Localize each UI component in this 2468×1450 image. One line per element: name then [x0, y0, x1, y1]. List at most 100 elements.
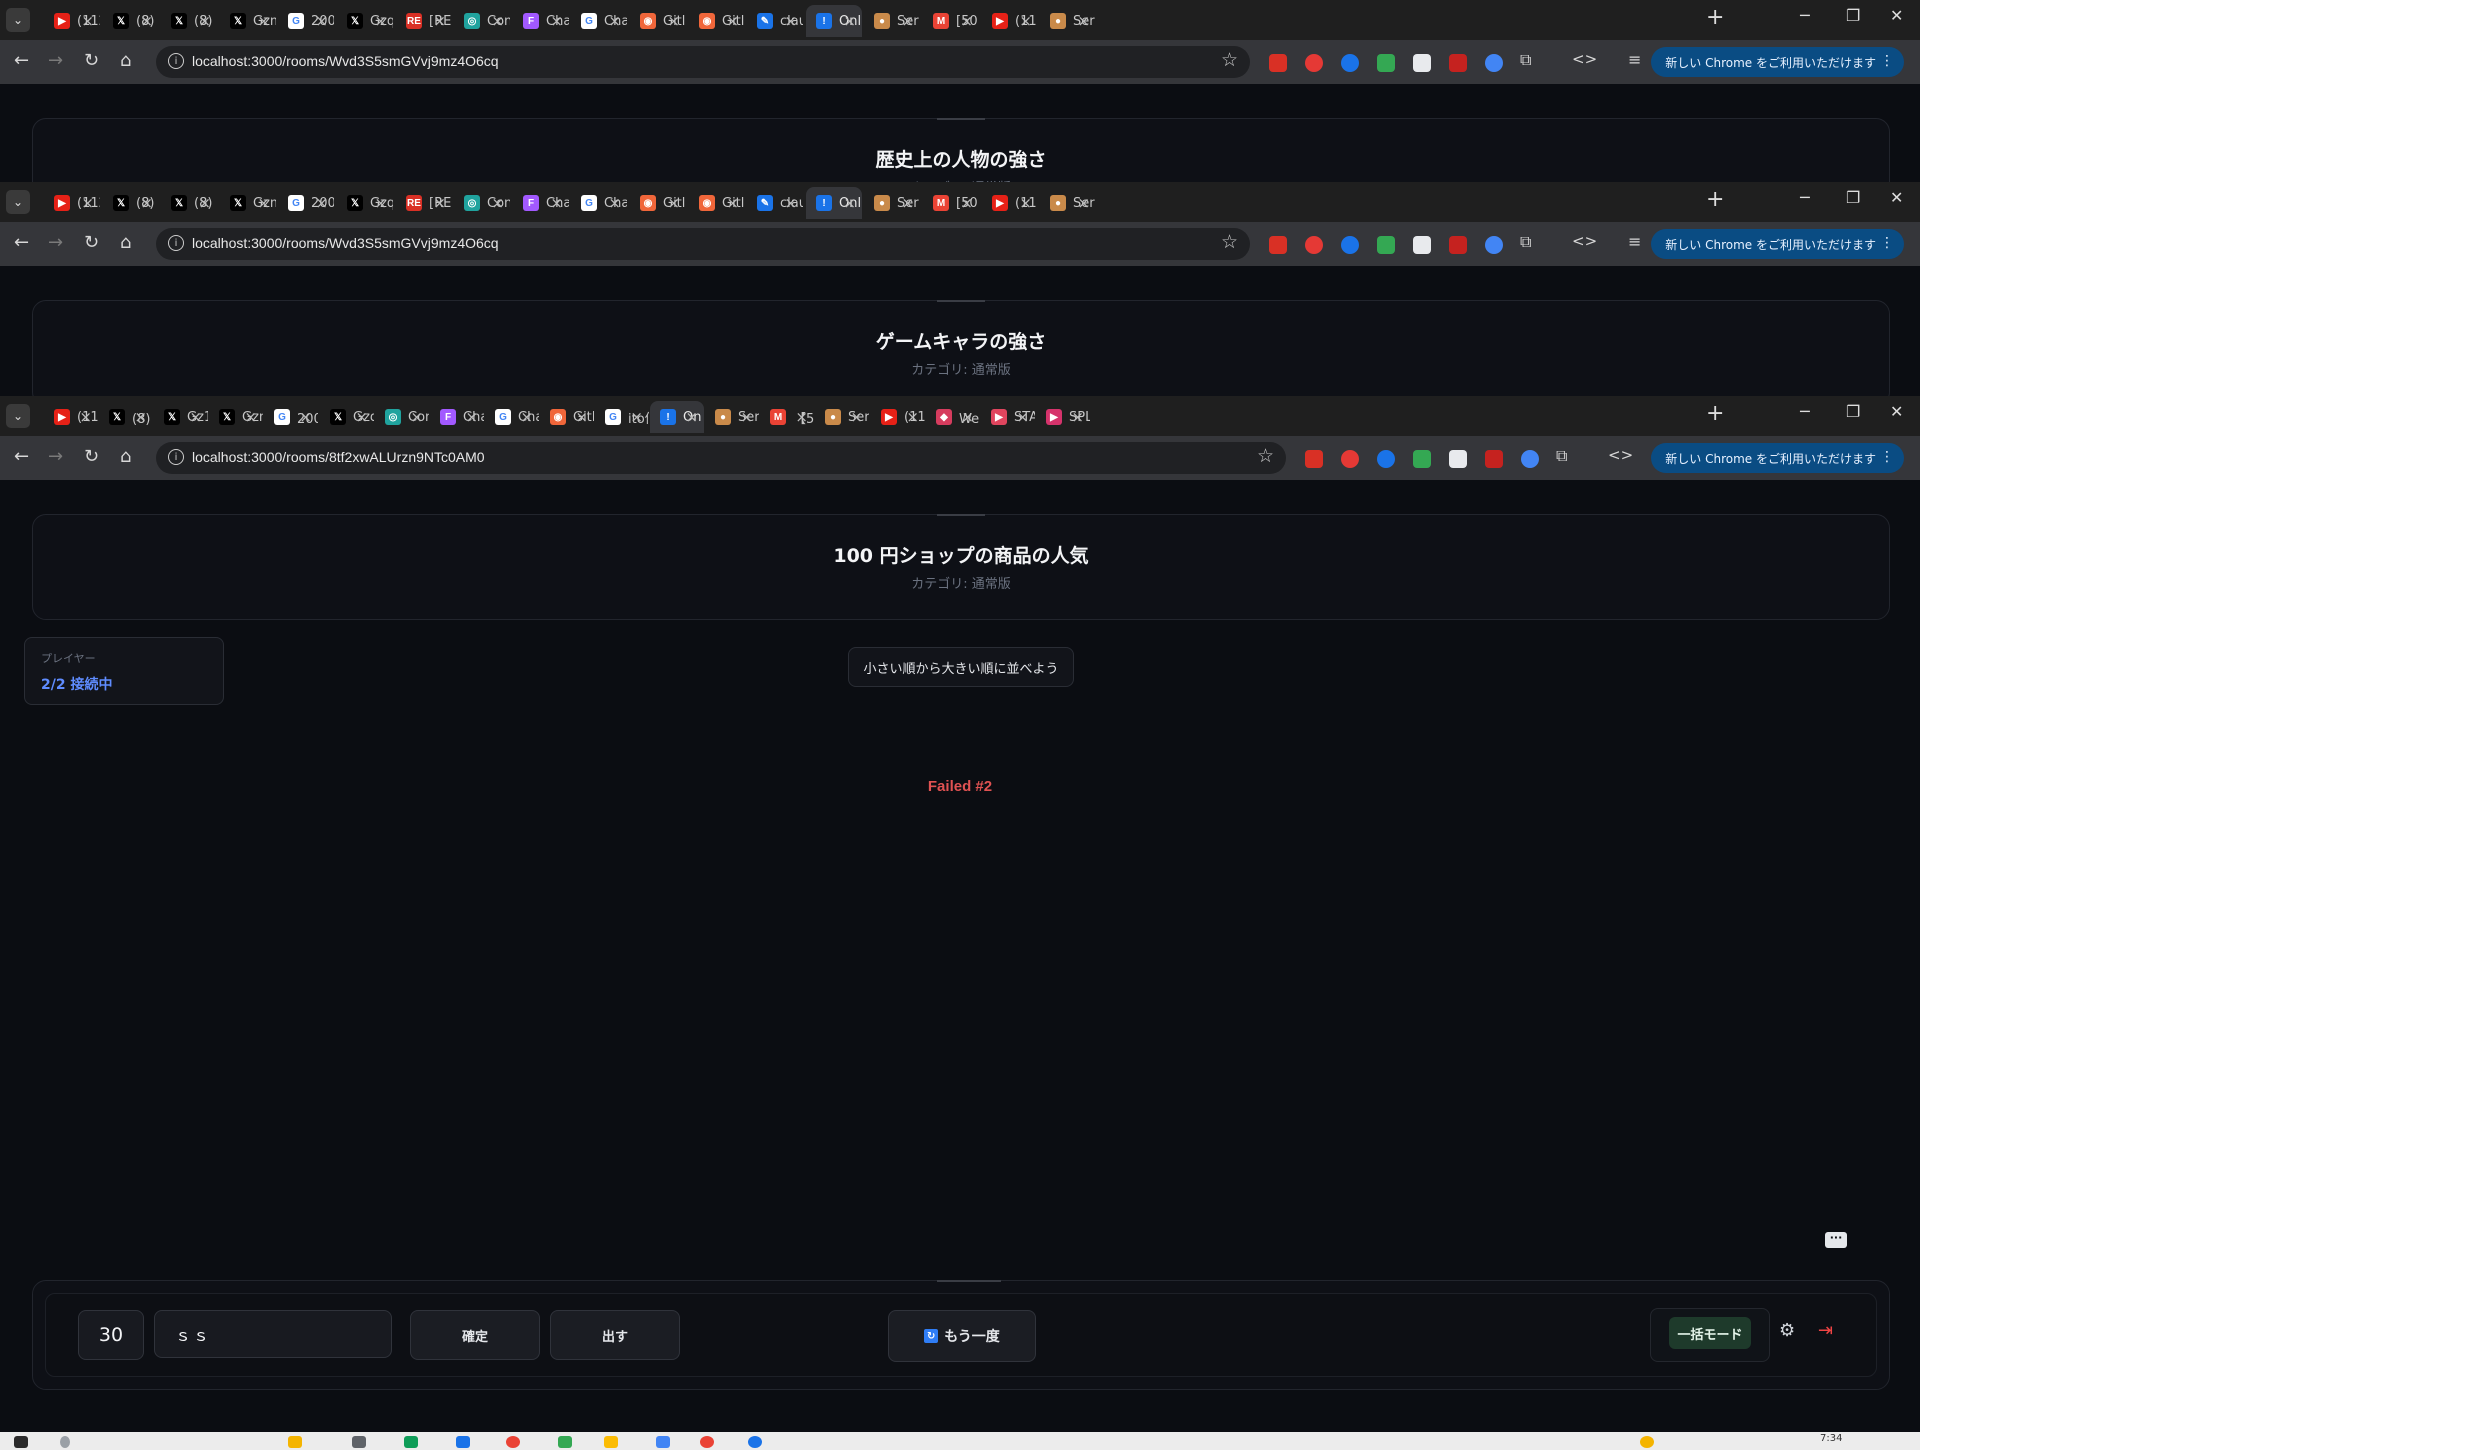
new-tab-icon[interactable]: + [1706, 401, 1724, 426]
minimize-icon[interactable]: ─ [1800, 188, 1810, 207]
browser-tab[interactable]: 𝕏Gzm× [220, 187, 276, 219]
close-tab-icon[interactable]: × [550, 194, 563, 212]
browser-tab[interactable]: ▶START× [981, 401, 1035, 433]
close-tab-icon[interactable]: × [79, 408, 92, 426]
close-tab-icon[interactable]: × [843, 12, 856, 30]
app-icon[interactable] [288, 1436, 302, 1448]
reload-icon[interactable]: ↻ [84, 232, 99, 253]
devtools-icon[interactable]: <> [1572, 50, 1597, 68]
app-icon[interactable] [558, 1436, 572, 1448]
reload-icon[interactable]: ↻ [84, 50, 99, 71]
close-tab-icon[interactable]: × [961, 408, 974, 426]
browser-tab[interactable]: ▶(114) G× [871, 401, 925, 433]
reading-list-icon[interactable]: ≡ [1628, 232, 1641, 251]
forward-icon[interactable]: → [48, 50, 63, 71]
close-tab-icon[interactable]: × [784, 194, 797, 212]
extensions-puzzle-icon[interactable]: ⧉ [1520, 232, 1531, 252]
close-tab-icon[interactable]: × [740, 408, 753, 426]
close-tab-icon[interactable]: × [667, 12, 680, 30]
play-card-button[interactable]: 出す [550, 1310, 680, 1360]
restore-icon[interactable]: ❐ [1846, 188, 1860, 207]
browser-tab[interactable]: ! Onl × [806, 5, 862, 37]
tab-search-icon[interactable]: ⌄ [6, 190, 30, 214]
browser-tab[interactable]: ! On × [650, 401, 704, 433]
more-icon[interactable]: ⋮ [1880, 235, 1894, 251]
browser-tab[interactable]: FChakra× [430, 401, 484, 433]
browser-tab[interactable]: ● Ser × [1040, 5, 1096, 37]
extension-icon[interactable] [1449, 236, 1467, 254]
browser-tab[interactable]: ◎Contrib× [375, 401, 429, 433]
extension-icon[interactable] [1377, 236, 1395, 254]
chrome-taskbar-icon[interactable] [506, 1436, 520, 1448]
close-tab-icon[interactable]: × [244, 408, 257, 426]
back-icon[interactable]: ← [14, 50, 29, 71]
browser-tab[interactable]: ◉ Gitl × [630, 5, 686, 37]
close-window-icon[interactable]: ✕ [1890, 6, 1903, 25]
close-tab-icon[interactable]: × [901, 12, 914, 30]
chrome-update-button[interactable]: 新しい Chrome をご利用いただけます ⋮ [1651, 229, 1904, 259]
leave-room-icon[interactable]: ⇥ [1818, 1320, 1833, 1341]
close-tab-icon[interactable]: × [355, 408, 368, 426]
extension-icon[interactable] [1413, 236, 1431, 254]
close-tab-icon[interactable]: × [198, 12, 211, 30]
close-tab-icon[interactable]: × [491, 12, 504, 30]
browser-tab[interactable]: M【50%C× [760, 401, 814, 433]
browser-tab[interactable]: F Cha × [513, 187, 569, 219]
close-tab-icon[interactable]: × [198, 194, 211, 212]
close-tab-icon[interactable]: × [410, 408, 423, 426]
browser-tab[interactable]: ● Ser × [1040, 187, 1096, 219]
close-tab-icon[interactable]: × [465, 408, 478, 426]
back-icon[interactable]: ← [14, 232, 29, 253]
app-icon[interactable] [748, 1436, 762, 1448]
close-tab-icon[interactable]: × [491, 194, 504, 212]
browser-tab[interactable]: ▶SPLY-D× [1036, 401, 1090, 433]
browser-tab[interactable]: RE [RE × [396, 187, 452, 219]
start-icon[interactable] [14, 1436, 28, 1448]
adblock-extension-icon[interactable] [1269, 236, 1287, 254]
browser-tab[interactable]: RE [RE × [396, 5, 452, 37]
browser-tab[interactable]: GChakra× [485, 401, 539, 433]
browser-tab[interactable]: ✎ clau × [747, 187, 803, 219]
app-icon[interactable] [700, 1436, 714, 1448]
close-tab-icon[interactable]: × [140, 194, 153, 212]
browser-tab[interactable]: 𝕏Gzqngc× [320, 401, 374, 433]
browser-tab[interactable]: ▶(112× [44, 5, 100, 37]
reading-list-icon[interactable]: ≡ [1628, 50, 1641, 69]
close-tab-icon[interactable]: × [189, 408, 202, 426]
reload-icon[interactable]: ↻ [84, 446, 99, 467]
devtools-icon[interactable]: <> [1572, 232, 1597, 250]
browser-tab[interactable]: ▶ (11 × [982, 187, 1038, 219]
browser-tab[interactable]: G 200 × [278, 187, 334, 219]
extension-icon[interactable] [1485, 450, 1503, 468]
clue-input[interactable] [154, 1310, 392, 1358]
extension-icon[interactable] [1305, 54, 1323, 72]
browser-tab[interactable]: ●Serena× [705, 401, 759, 433]
browser-tab[interactable]: M [50 × [923, 5, 979, 37]
retry-button[interactable]: ↻ もう一度 [888, 1310, 1036, 1362]
close-tab-icon[interactable]: × [960, 12, 973, 30]
browser-tab[interactable]: 𝕏(8) >× [161, 5, 217, 37]
address-bar[interactable]: i localhost:3000/rooms/Wvd3S5smGVvj9mz4O… [156, 46, 1250, 78]
close-tab-icon[interactable]: × [608, 194, 621, 212]
close-tab-icon[interactable]: × [315, 194, 328, 212]
browser-tab[interactable]: 𝕏 Gzq × [337, 187, 393, 219]
site-info-icon[interactable]: i [168, 449, 184, 465]
bookmark-star-icon[interactable]: ☆ [1221, 231, 1238, 253]
close-tab-icon[interactable]: × [81, 194, 94, 212]
devtools-icon[interactable]: <> [1608, 446, 1633, 464]
browser-tab[interactable]: ●Serena× [815, 401, 869, 433]
close-tab-icon[interactable]: × [726, 12, 739, 30]
browser-tab[interactable]: ◎ Con × [454, 5, 510, 37]
extension-icon[interactable] [1377, 450, 1395, 468]
close-tab-icon[interactable]: × [1019, 12, 1032, 30]
close-tab-icon[interactable]: × [520, 408, 533, 426]
address-bar[interactable]: i localhost:3000/rooms/8tf2xwALUrzn9NTc0… [156, 442, 1286, 474]
app-icon[interactable] [404, 1436, 418, 1448]
close-tab-icon[interactable]: × [784, 12, 797, 30]
extension-icon[interactable] [1341, 450, 1359, 468]
browser-tab[interactable]: G Cha × [571, 5, 627, 37]
close-tab-icon[interactable]: × [960, 194, 973, 212]
more-icon[interactable]: ⋮ [1880, 449, 1894, 465]
close-tab-icon[interactable]: × [608, 12, 621, 30]
close-tab-icon[interactable]: × [1071, 408, 1084, 426]
